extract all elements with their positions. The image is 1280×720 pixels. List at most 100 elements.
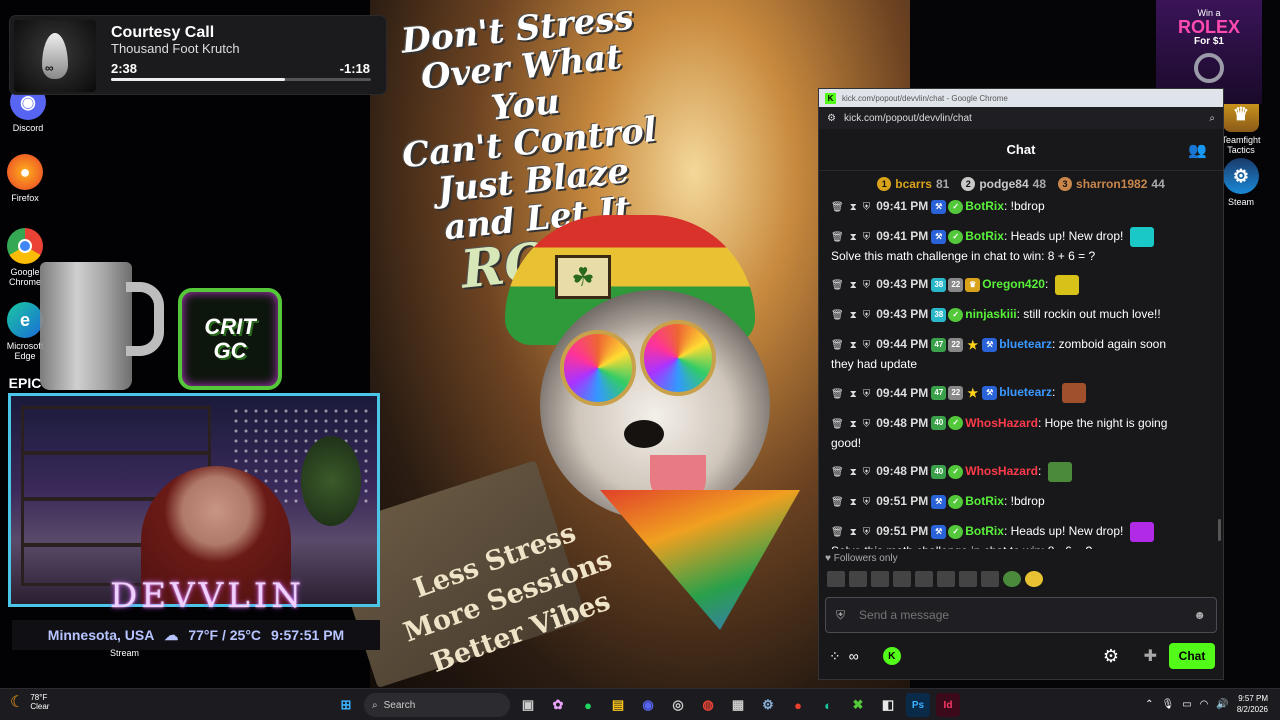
message-username[interactable]: bluetearz: [999, 386, 1052, 400]
delete-icon[interactable]: 🗑: [831, 280, 844, 291]
infinity-icon[interactable]: ∞: [849, 648, 859, 664]
chat-message[interactable]: 🗑 ⧗ ⛨ 09:43 PM 38 22 ♛ Oregon420:: [831, 275, 1207, 296]
ban-icon[interactable]: ⛨: [863, 340, 871, 351]
discord-taskbar-icon[interactable]: ◉: [636, 693, 660, 717]
leaderboard-entry[interactable]: 1 bcarrs 81: [877, 177, 949, 191]
site-settings-icon[interactable]: ⚙: [827, 113, 836, 124]
delete-icon[interactable]: 🗑: [831, 310, 844, 321]
delete-icon[interactable]: 🗑: [831, 527, 844, 538]
desktop-icon-stream-label[interactable]: Stream: [110, 648, 139, 658]
message-username[interactable]: BotRix: [965, 494, 1004, 508]
chat-message[interactable]: 🗑 ⧗ ⛨ 09:43 PM 38 ✓ ninjaskiii: still rockin o…: [831, 305, 1207, 325]
dots-icon[interactable]: ⁘: [829, 648, 841, 665]
delete-icon[interactable]: 🗑: [831, 419, 844, 430]
emote-icon[interactable]: [959, 571, 977, 587]
microphone-icon[interactable]: 🎙: [1162, 699, 1175, 710]
zoom-icon[interactable]: ⌕: [1209, 113, 1215, 124]
delete-icon[interactable]: 🗑: [831, 497, 844, 508]
timeout-icon[interactable]: ⧗: [850, 497, 857, 508]
message-username[interactable]: ninjaskiii: [965, 307, 1016, 321]
ban-icon[interactable]: ⛨: [863, 280, 871, 291]
ban-icon[interactable]: ⛨: [863, 232, 871, 243]
message-username[interactable]: WhosHazard: [965, 464, 1038, 478]
obs-icon[interactable]: ◎: [666, 693, 690, 717]
timeout-icon[interactable]: ⧗: [850, 340, 857, 351]
timeout-icon[interactable]: ⧗: [850, 389, 857, 400]
send-chat-button[interactable]: Chat: [1169, 643, 1215, 669]
chat-message-input[interactable]: [859, 608, 1180, 622]
windows-start-icon[interactable]: ⊞: [334, 693, 358, 717]
spotify-icon[interactable]: ●: [576, 693, 600, 717]
edge-taskbar-icon[interactable]: ◐: [816, 693, 840, 717]
copilot-icon[interactable]: ✿: [546, 693, 570, 717]
ban-icon[interactable]: ⛨: [863, 310, 871, 321]
leaderboard-entry[interactable]: 3 sharron1982 44: [1058, 177, 1165, 191]
delete-icon[interactable]: 🗑: [831, 389, 844, 400]
chat-message[interactable]: 🗑 ⧗ ⛨ 09:41 PM ⚒ ✓ BotRix: !bdrop: [831, 197, 1207, 217]
app-icon[interactable]: ◧: [876, 693, 900, 717]
network-icon[interactable]: ▭: [1182, 699, 1191, 710]
user-list-icon[interactable]: 👥: [1188, 141, 1207, 159]
task-view-icon[interactable]: ▣: [516, 693, 540, 717]
kick-logo-icon[interactable]: K: [882, 647, 901, 665]
message-username[interactable]: bluetearz: [999, 337, 1052, 351]
chat-message[interactable]: 🗑 ⧗ ⛨ 09:48 PM 40 ✓ WhosHazard:: [831, 461, 1207, 482]
recent-emotes[interactable]: [827, 571, 1043, 587]
face-emote-icon[interactable]: [1025, 571, 1043, 587]
emote-icon[interactable]: [893, 571, 911, 587]
delete-icon[interactable]: 🗑: [831, 202, 844, 213]
message-username[interactable]: BotRix: [965, 199, 1004, 213]
ban-icon[interactable]: ⛨: [863, 389, 871, 400]
photoshop-icon[interactable]: Ps: [906, 693, 930, 717]
chevron-up-icon[interactable]: ⌃: [1145, 699, 1153, 710]
delete-icon[interactable]: 🗑: [831, 467, 844, 478]
window-titlebar[interactable]: K kick.com/popout/devvlin/chat - Google …: [819, 89, 1223, 107]
timeout-icon[interactable]: ⧗: [850, 232, 857, 243]
chat-scrollbar[interactable]: [1218, 519, 1221, 541]
emote-icon[interactable]: [937, 571, 955, 587]
chat-message[interactable]: 🗑 ⧗ ⛨ 09:44 PM 47 22 ★ ⚒ bluetearz:: [831, 383, 1207, 404]
leaderboard-entry[interactable]: 2 podge84 48: [961, 177, 1046, 191]
chat-message[interactable]: 🗑 ⧗ ⛨ 09:51 PM ⚒ ✓ BotRix: !bdrop: [831, 492, 1207, 512]
chat-message-list[interactable]: 🗑 ⧗ ⛨ 09:41 PM ⚒ ✓ BotRix: !bdrop 🗑 ⧗ ⛨ 09:41 PM ⚒ ✓…: [819, 197, 1219, 549]
chat-message[interactable]: 🗑 ⧗ ⛨ 09:44 PM 47 22 ★ ⚒ bluetearz: zomboid agai…: [831, 335, 1207, 373]
puzzle-icon[interactable]: ✚: [1144, 646, 1157, 666]
delete-icon[interactable]: 🗑: [831, 232, 844, 243]
address-bar[interactable]: ⚙ kick.com/popout/devvlin/chat ⌕: [819, 107, 1223, 129]
chat-message[interactable]: 🗑 ⧗ ⛨ 09:48 PM 40 ✓ WhosHazard: Hope the night…: [831, 414, 1207, 452]
chrome-taskbar-icon[interactable]: ◍: [696, 693, 720, 717]
message-username[interactable]: Oregon420: [982, 277, 1045, 291]
steam-taskbar-icon[interactable]: ⚙: [756, 693, 780, 717]
volume-icon[interactable]: 🔊: [1216, 699, 1228, 710]
track-progress-bar[interactable]: [111, 78, 371, 81]
message-username[interactable]: BotRix: [965, 229, 1004, 243]
emote-icon[interactable]: [827, 571, 845, 587]
ban-icon[interactable]: ⛨: [863, 467, 871, 478]
indesign-icon[interactable]: Id: [936, 693, 960, 717]
emote-icon[interactable]: [849, 571, 867, 587]
emote-icon[interactable]: [981, 571, 999, 587]
chat-message[interactable]: 🗑 ⧗ ⛨ 09:51 PM ⚒ ✓ BotRix: Heads up! New drop!…: [831, 521, 1207, 549]
ban-icon[interactable]: ⛨: [863, 202, 871, 213]
timeout-icon[interactable]: ⧗: [850, 527, 857, 538]
desktop-icon-firefox[interactable]: ● Firefox: [0, 154, 53, 203]
timeout-icon[interactable]: ⧗: [850, 202, 857, 213]
emoji-picker-icon[interactable]: ☻: [1193, 608, 1206, 622]
chat-message[interactable]: 🗑 ⧗ ⛨ 09:41 PM ⚒ ✓ BotRix: Heads up! New drop!…: [831, 227, 1207, 265]
settings-gear-icon[interactable]: ⚙: [1103, 646, 1119, 667]
weather-widget[interactable]: ☾ 78°F Clear: [10, 693, 49, 711]
message-username[interactable]: BotRix: [965, 524, 1004, 538]
emote-icon[interactable]: [915, 571, 933, 587]
timeout-icon[interactable]: ⧗: [850, 419, 857, 430]
ban-icon[interactable]: ⛨: [863, 527, 871, 538]
timeout-icon[interactable]: ⧗: [850, 310, 857, 321]
timeout-icon[interactable]: ⧗: [850, 280, 857, 291]
store-icon[interactable]: ▦: [726, 693, 750, 717]
firefox-taskbar-icon[interactable]: ●: [786, 693, 810, 717]
ban-icon[interactable]: ⛨: [863, 419, 871, 430]
taskbar-clock[interactable]: 9:57 PM 8/2/2026: [1237, 693, 1268, 715]
ban-icon[interactable]: ⛨: [863, 497, 871, 508]
xbox-icon[interactable]: ✖: [846, 693, 870, 717]
message-username[interactable]: WhosHazard: [965, 416, 1038, 430]
pepe-emote-icon[interactable]: [1003, 571, 1021, 587]
